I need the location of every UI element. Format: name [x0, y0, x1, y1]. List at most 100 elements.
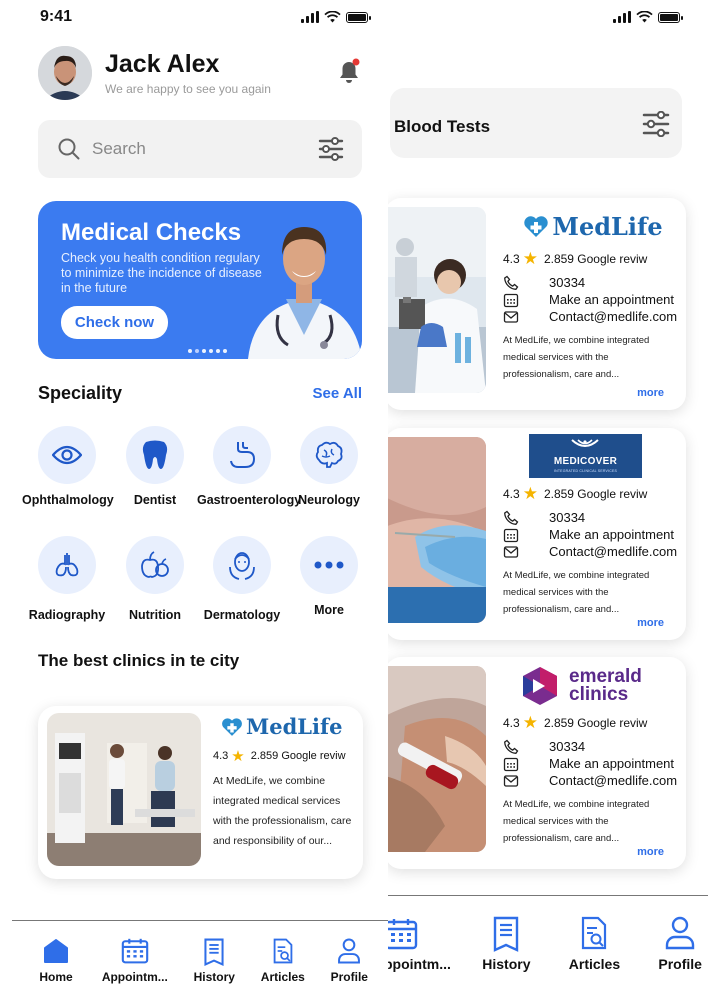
home-icon [44, 939, 68, 963]
see-all-link[interactable]: See All [313, 385, 362, 402]
bottom-nav-left: Home Appointm... History Articles Profil… [36, 938, 368, 984]
wifi-icon [636, 11, 653, 23]
clinic-card-medicover[interactable]: MEDICOVER INTEGRATED CLINICAL SERVICES 4… [385, 428, 686, 640]
speciality-more[interactable]: More [284, 536, 374, 617]
rating-value: 4.3 [503, 716, 520, 730]
phone-icon [504, 739, 519, 754]
speciality-radiography[interactable]: Radiography [22, 536, 112, 622]
notification-dot [352, 58, 360, 66]
nav-item-home[interactable]: Home [36, 938, 76, 984]
phone-row[interactable]: 30334 [503, 274, 683, 291]
history-icon [494, 916, 519, 952]
clinic-description: At MedLife, we combine integrated medica… [503, 799, 650, 844]
calendar-icon [121, 938, 149, 964]
banner-description: Check you health condition regulary to m… [61, 251, 262, 295]
best-clinic-card[interactable]: MedLife 4.3 ★ 2.859 Google reviw At MedL… [38, 706, 363, 879]
blood-tests-title: Blood Tests [394, 117, 491, 136]
phone-icon [504, 510, 519, 525]
signal-icon [301, 11, 319, 23]
speciality-nutrition[interactable]: Nutrition [110, 536, 200, 622]
wifi-icon [324, 11, 341, 23]
speciality-gastroenterology[interactable]: Gastroenterology [197, 426, 301, 507]
speciality-header: Speciality See All [38, 383, 362, 404]
bottom-nav-right: ppointm... History Articles Profile [384, 916, 702, 972]
nav-item-appointments[interactable]: Appointm... [102, 938, 168, 984]
clinic-photo-consultation [47, 713, 201, 866]
nav-item-appointments[interactable]: ppointm... [384, 918, 451, 972]
avatar[interactable] [38, 46, 92, 100]
rating-row: 4.3 ★ 2.859 Google reviw [503, 713, 683, 733]
nav-item-history[interactable]: History [482, 916, 531, 972]
review-count: 2.859 Google reviw [543, 487, 648, 501]
review-count: 2.859 Google reviw [250, 750, 346, 762]
mail-icon [503, 310, 519, 323]
appointment-row[interactable]: Make an appointment [503, 291, 683, 308]
more-link[interactable]: more [637, 617, 664, 629]
clinic-description: At MedLife, we combine integrated medica… [213, 775, 352, 847]
nav-item-articles[interactable]: Articles [569, 916, 620, 972]
speciality-dermatology[interactable]: Dermatology [197, 536, 287, 622]
nav-item-history[interactable]: History [194, 938, 235, 984]
carousel-dots[interactable] [188, 349, 227, 353]
rating-row: 4.3 ★ 2.859 Google reviw [503, 249, 683, 269]
email-row[interactable]: Contact@medlife.com [503, 543, 683, 560]
rating-row: 4.3 ★ 2.859 Google reviw [503, 484, 683, 504]
medical-checks-banner[interactable]: Medical Checks Check you health conditio… [38, 201, 362, 359]
user-name: Jack Alex [105, 50, 220, 78]
calendar-icon [503, 757, 519, 771]
clinic-card-emerald[interactable]: emerald clinics 4.3 ★ 2.859 Google reviw… [385, 657, 686, 869]
battery-icon [346, 11, 371, 23]
battery-icon [658, 11, 683, 23]
rating-row: 4.3 ★ 2.859 Google reviw [213, 747, 357, 765]
heart-cross-icon [524, 216, 549, 237]
best-clinics-title: The best clinics in te city [38, 651, 240, 670]
best-clinic-info: MedLife 4.3 ★ 2.859 Google reviw At MedL… [213, 714, 357, 851]
articles-icon [273, 938, 293, 964]
phone-row[interactable]: 30334 [503, 738, 683, 755]
email-row[interactable]: Contact@medlife.com [503, 308, 683, 325]
tooth-icon [142, 440, 168, 469]
mail-icon [503, 545, 519, 558]
nav-item-profile[interactable]: Profile [658, 916, 702, 972]
face-skin-icon [229, 552, 255, 580]
more-icon [314, 561, 344, 569]
nav-item-articles[interactable]: Articles [261, 938, 305, 984]
clinic-card-medlife[interactable]: MedLife 4.3 ★ 2.859 Google reviw 30334 M… [385, 198, 686, 410]
medlife-logo: MedLife [503, 212, 683, 241]
email-row[interactable]: Contact@medlife.com [503, 772, 683, 789]
filter-icon[interactable] [642, 111, 670, 137]
search-icon [58, 138, 80, 160]
heart-cross-icon [222, 717, 242, 736]
clinic-photo-blood-sample [385, 666, 486, 852]
bottom-nav-divider [380, 895, 708, 896]
check-now-button[interactable]: Check now [61, 306, 168, 339]
clinic-photo-injection [385, 437, 486, 623]
nav-item-profile[interactable]: Profile [331, 938, 368, 984]
appointment-row[interactable]: Make an appointment [503, 755, 683, 772]
more-link[interactable]: more [637, 387, 664, 399]
search-bar[interactable]: Search [38, 120, 362, 178]
banner-title: Medical Checks [61, 219, 242, 246]
blood-tests-header: Blood Tests [390, 88, 682, 158]
rating-value: 4.3 [503, 487, 520, 501]
star-icon: ★ [522, 713, 538, 732]
speciality-dentist[interactable]: Dentist [110, 426, 200, 507]
speciality-ophthalmology[interactable]: Ophthalmology [22, 426, 114, 507]
search-input[interactable]: Search [92, 139, 318, 159]
profile-icon [338, 938, 361, 964]
clinic-description: At MedLife, we combine integrated medica… [503, 335, 650, 380]
appointment-row[interactable]: Make an appointment [503, 526, 683, 543]
more-link[interactable]: more [637, 846, 664, 858]
brain-icon [315, 441, 343, 468]
star-icon: ★ [522, 249, 538, 268]
emerald-logo: emerald clinics [519, 665, 683, 707]
calendar-icon [503, 528, 519, 542]
filter-icon[interactable] [318, 137, 344, 161]
phone-row[interactable]: 30334 [503, 509, 683, 526]
bell-icon[interactable] [338, 58, 360, 84]
speciality-neurology[interactable]: Neurology [284, 426, 374, 507]
clinic-info: MedLife 4.3 ★ 2.859 Google reviw 30334 M… [503, 198, 683, 383]
phone-icon [504, 275, 519, 290]
status-time: 9:41 [40, 8, 73, 25]
history-icon [204, 938, 224, 966]
